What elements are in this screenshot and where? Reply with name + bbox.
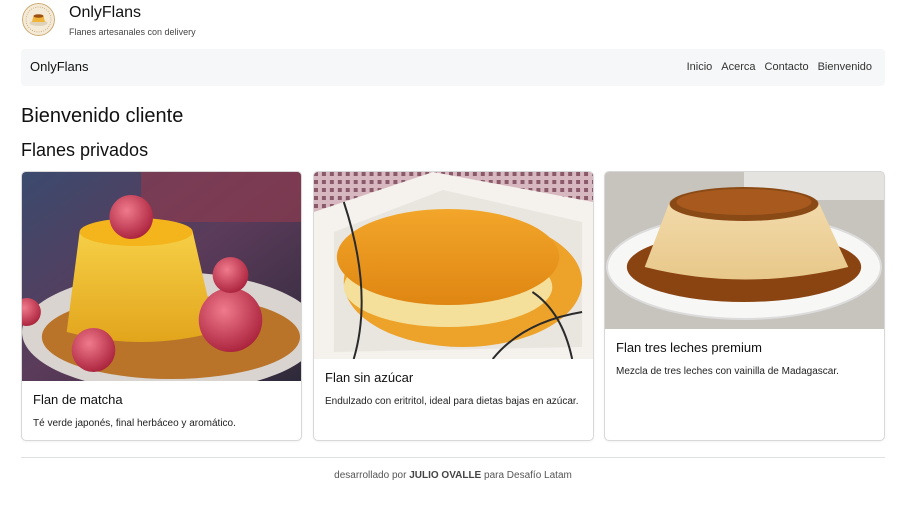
nav-link-acerca[interactable]: Acerca	[721, 61, 755, 73]
product-image-matcha	[22, 172, 301, 381]
footer-divider	[21, 457, 885, 458]
card-text: Endulzado con eritritol, ideal para diet…	[325, 396, 579, 407]
footer-author: JULIO OVALLE	[409, 470, 482, 481]
footer-prefix: desarrollado por	[334, 470, 407, 481]
footer-suffix: para Desafío Latam	[484, 470, 572, 481]
navbar-brand[interactable]: OnlyFlans	[30, 59, 89, 74]
card-title: Flan sin azúcar	[325, 370, 414, 385]
nav-link-inicio[interactable]: Inicio	[687, 61, 713, 73]
section-title: Flanes privados	[21, 140, 149, 160]
navbar: OnlyFlans Inicio Acerca Contacto Bienven…	[21, 49, 885, 86]
product-card-tres-leches[interactable]: Flan tres leches premium Mezcla de tres …	[604, 171, 885, 441]
site-header: OnlyFlans Flanes artesanales con deliver…	[22, 3, 196, 38]
nav-link-contacto[interactable]: Contacto	[765, 61, 809, 73]
product-card-matcha[interactable]: Flan de matcha Té verde japonés, final h…	[21, 171, 302, 441]
product-card-sin-azucar[interactable]: Flan sin azúcar Endulzado con eritritol,…	[313, 171, 594, 441]
nav-link-bienvenido[interactable]: Bienvenido	[818, 61, 872, 73]
nav-links: Inicio Acerca Contacto Bienvenido	[687, 61, 872, 73]
brand-title: OnlyFlans	[69, 4, 142, 21]
card-text: Mezcla de tres leches con vainilla de Ma…	[616, 366, 839, 377]
card-text: Té verde japonés, final herbáceo y aromá…	[33, 418, 236, 429]
brand-logo[interactable]	[22, 3, 55, 36]
product-image-sin-azucar	[314, 172, 593, 359]
card-title: Flan tres leches premium	[616, 340, 762, 355]
footer: desarrollado por JULIO OVALLE para Desaf…	[0, 470, 906, 481]
brand-subtitle: Flanes artesanales con delivery	[69, 27, 196, 37]
page-title: Bienvenido cliente	[21, 105, 184, 127]
card-title: Flan de matcha	[33, 392, 123, 407]
product-image-tres-leches	[605, 172, 884, 329]
